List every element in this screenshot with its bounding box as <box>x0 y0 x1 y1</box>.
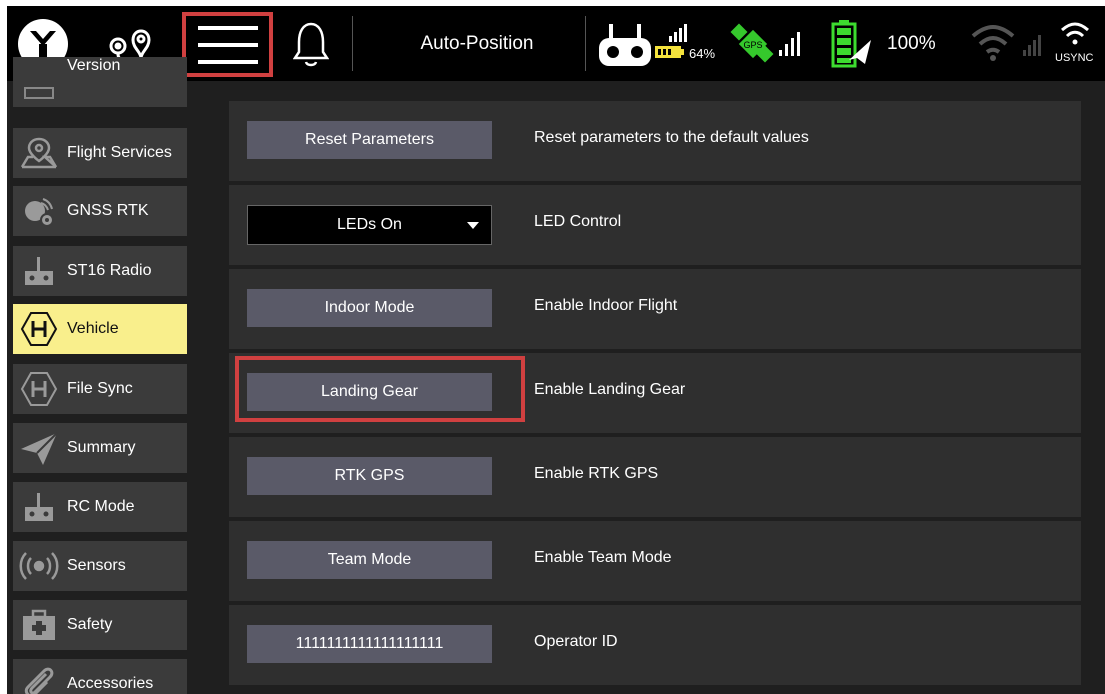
remote-controller-icon <box>17 251 61 291</box>
remote-controller-icon <box>17 487 61 527</box>
gps-satellite-icon[interactable]: GPS <box>729 20 779 68</box>
wifi-icon[interactable] <box>969 24 1017 64</box>
sidebar-item-label: Safety <box>67 616 113 633</box>
sidebar-item-label: Accessories <box>67 675 154 692</box>
setting-row-reset-parameters: Reset Parameters Reset parameters to the… <box>229 101 1081 181</box>
drone-battery-percent: 100% <box>887 33 936 54</box>
satellite-gear-icon <box>17 191 61 231</box>
rc-signal-battery-icon <box>655 20 687 60</box>
sidebar-item-rc-mode[interactable]: RC Mode <box>13 482 187 532</box>
setting-row-led-control: LEDs On LED Control <box>229 185 1081 265</box>
divider <box>352 16 353 71</box>
usync-label: USYNC <box>1055 52 1094 64</box>
rc-battery-percent: 64% <box>689 46 716 61</box>
vehicle-settings-panel: Reset Parameters Reset parameters to the… <box>197 81 1105 694</box>
setting-description: Enable Landing Gear <box>534 381 686 398</box>
first-aid-kit-icon <box>17 605 61 645</box>
setting-row-indoor-mode: Indoor Mode Enable Indoor Flight <box>229 269 1081 349</box>
wifi-signal-bars-icon <box>1023 32 1043 58</box>
team-mode-button[interactable]: Team Mode <box>247 541 492 579</box>
hexagon-h-icon <box>17 369 61 409</box>
sidebar-item-st16-radio[interactable]: ST16 Radio <box>13 246 187 296</box>
sidebar-item-label: Summary <box>67 439 136 456</box>
settings-sidebar: Version Flight Services GNSS RTK ST16 Ra… <box>7 57 197 694</box>
hexagon-h-icon <box>17 309 61 349</box>
sidebar-item-label: RC Mode <box>67 498 135 515</box>
version-icon <box>17 62 61 102</box>
rtk-gps-button[interactable]: RTK GPS <box>247 457 492 495</box>
hamburger-icon <box>197 25 258 64</box>
sidebar-item-file-sync[interactable]: File Sync <box>13 364 187 414</box>
app-window: Auto-Position 64% GPS 100% USYNC Version… <box>7 6 1105 694</box>
led-control-selected-value: LEDs On <box>337 216 402 233</box>
sidebar-item-label: Flight Services <box>67 144 172 161</box>
sidebar-item-vehicle[interactable]: Vehicle <box>13 304 187 354</box>
sidebar-item-label: Version <box>67 57 121 74</box>
sidebar-item-summary[interactable]: Summary <box>13 423 187 473</box>
divider <box>585 16 586 71</box>
setting-row-rtk-gps: RTK GPS Enable RTK GPS <box>229 437 1081 517</box>
sidebar-item-safety[interactable]: Safety <box>13 600 187 650</box>
operator-id-field[interactable]: 1111111111111111111 <box>247 625 492 663</box>
paper-plane-icon <box>17 428 61 468</box>
gps-label: GPS <box>743 40 762 50</box>
usync-wifi-icon[interactable] <box>1059 20 1091 50</box>
setting-description: Enable RTK GPS <box>534 465 659 482</box>
led-control-dropdown[interactable]: LEDs On <box>247 205 492 245</box>
setting-row-team-mode: Team Mode Enable Team Mode <box>229 521 1081 601</box>
sidebar-item-flight-services[interactable]: Flight Services <box>13 128 187 178</box>
setting-row-landing-gear: Landing Gear Enable Landing Gear <box>229 353 1081 433</box>
setting-description: Operator ID <box>534 633 618 650</box>
flight-mode-selector[interactable]: Auto-Position <box>367 6 587 81</box>
sidebar-item-label: ST16 Radio <box>67 262 152 279</box>
sidebar-item-label: Sensors <box>67 557 126 574</box>
bell-icon[interactable] <box>291 18 331 70</box>
sidebar-item-sensors[interactable]: Sensors <box>13 541 187 591</box>
sidebar-item-label: GNSS RTK <box>67 202 149 219</box>
setting-description: Enable Indoor Flight <box>534 297 678 314</box>
map-pin-icon <box>17 133 61 173</box>
indoor-mode-button[interactable]: Indoor Mode <box>247 289 492 327</box>
setting-description: LED Control <box>534 213 622 230</box>
sidebar-item-gnss-rtk[interactable]: GNSS RTK <box>13 186 187 236</box>
gps-signal-bars-icon <box>779 30 801 58</box>
remote-controller-icon[interactable] <box>597 20 653 70</box>
broadcast-icon <box>17 546 61 586</box>
setting-description: Enable Team Mode <box>534 549 672 566</box>
main-menu-button[interactable] <box>182 12 273 77</box>
chevron-down-icon <box>467 222 479 229</box>
paperclip-icon <box>17 664 61 694</box>
setting-description: Reset parameters to the default values <box>534 129 809 146</box>
reset-parameters-button[interactable]: Reset Parameters <box>247 121 492 159</box>
drone-battery-icon[interactable] <box>825 18 873 70</box>
sidebar-item-label: Vehicle <box>67 320 119 337</box>
sidebar-item-accessories[interactable]: Accessories <box>13 659 187 694</box>
sidebar-item-label: File Sync <box>67 380 133 397</box>
landing-gear-button[interactable]: Landing Gear <box>247 373 492 411</box>
setting-row-operator-id: 1111111111111111111 Operator ID <box>229 605 1081 685</box>
sidebar-item-version[interactable]: Version <box>13 57 187 107</box>
